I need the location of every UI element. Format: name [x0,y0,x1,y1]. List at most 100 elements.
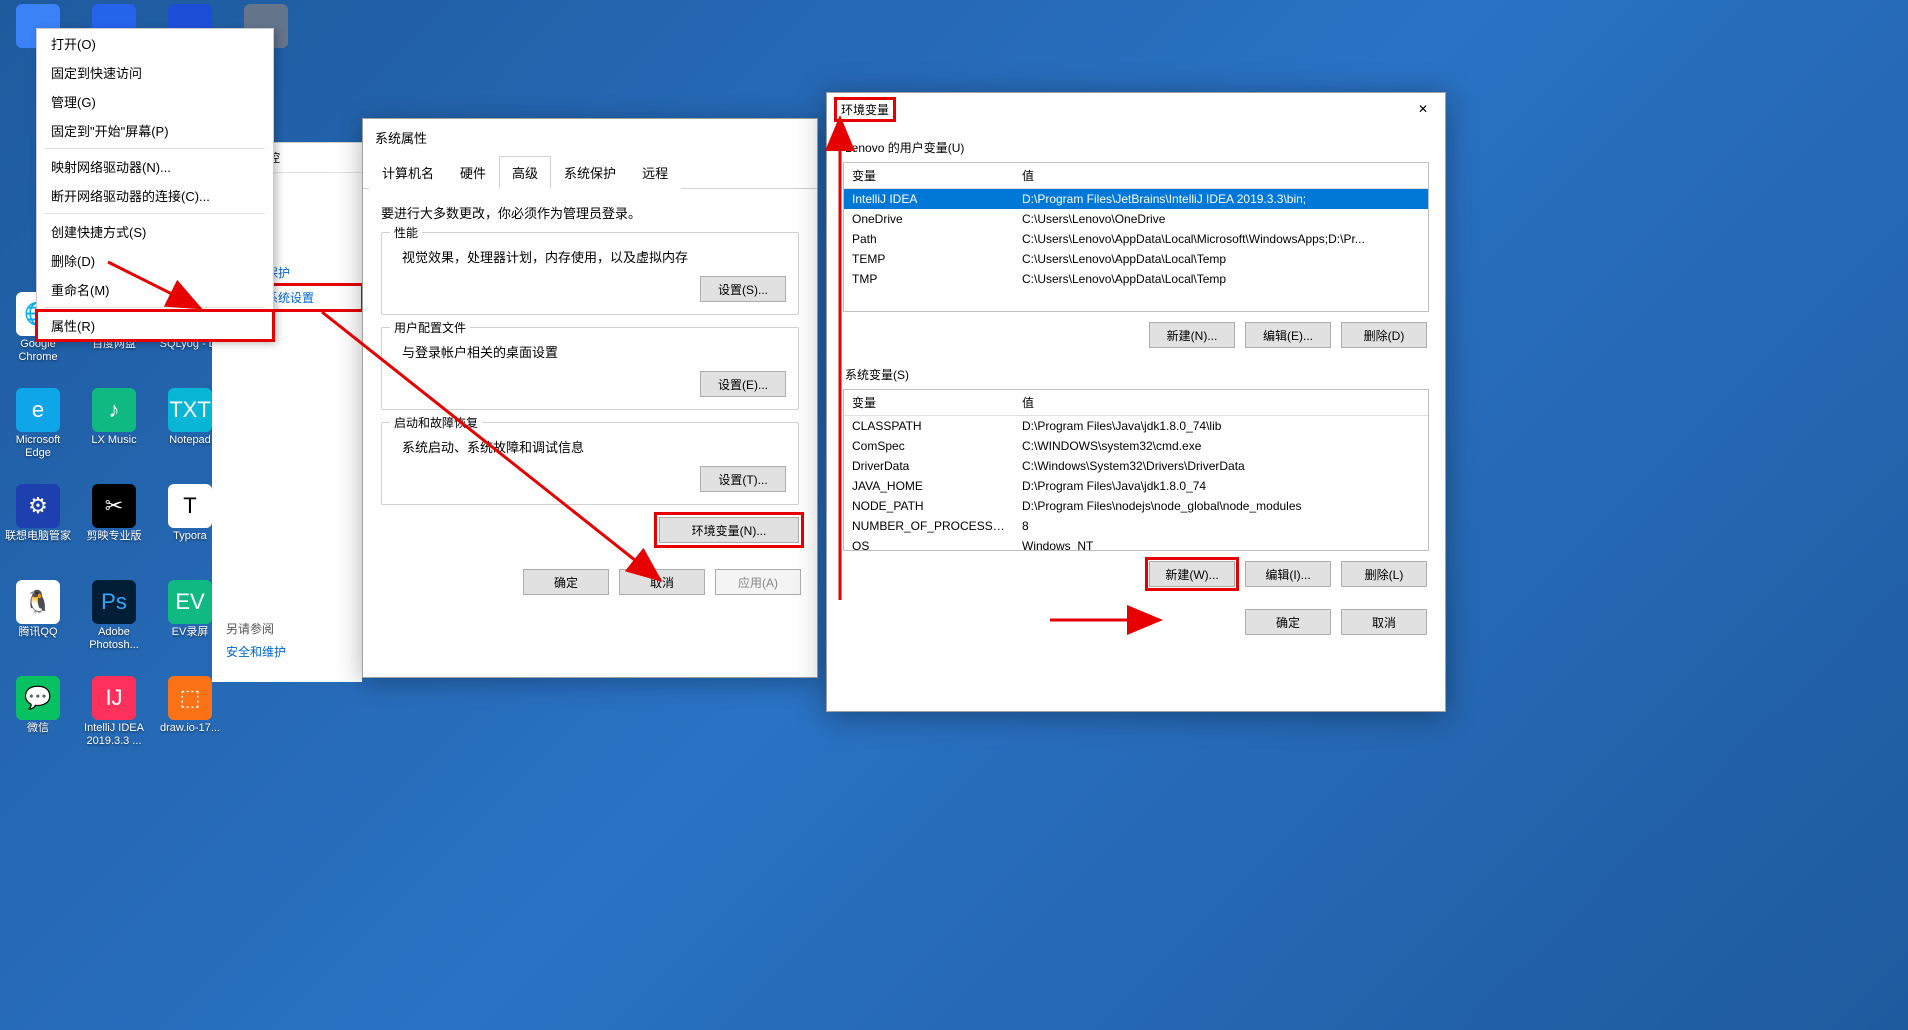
var-value: C:\Users\Lenovo\AppData\Local\Microsoft\… [1014,229,1428,249]
menu-delete[interactable]: 删除(D) [37,246,273,275]
table-row[interactable]: ComSpecC:\WINDOWS\system32\cmd.exe [844,436,1428,456]
user-edit-button[interactable]: 编辑(E)... [1245,322,1331,348]
tab-system-protection[interactable]: 系统保护 [551,156,629,189]
var-name: DriverData [844,456,1014,476]
profiles-desc: 与登录帐户相关的桌面设置 [402,342,786,361]
menu-open[interactable]: 打开(O) [37,29,273,58]
var-value: Windows_NT [1014,536,1428,551]
dialog-title: 系统属性 [363,119,817,156]
qq-icon[interactable]: 🐧腾讯QQ [0,576,76,672]
var-name: ComSpec [844,436,1014,456]
var-name: JAVA_HOME [844,476,1014,496]
var-value: C:\Windows\System32\Drivers\DriverData [1014,456,1428,476]
dialog-title: 环境变量 [837,100,893,119]
table-row[interactable]: JAVA_HOMED:\Program Files\Java\jdk1.8.0_… [844,476,1428,496]
tab-remote[interactable]: 远程 [629,156,681,189]
table-row[interactable]: NODE_PATHD:\Program Files\nodejs\node_gl… [844,496,1428,516]
var-value: D:\Program Files\JetBrains\IntelliJ IDEA… [1014,189,1428,210]
menu-pin-start[interactable]: 固定到"开始"屏幕(P) [37,116,273,145]
nav-security-maintenance[interactable]: 安全和维护 [212,639,362,664]
environment-variables-button[interactable]: 环境变量(N)... [659,517,799,543]
table-row[interactable]: DriverDataC:\Windows\System32\Drivers\Dr… [844,456,1428,476]
sys-vars-list[interactable]: 变量 值 CLASSPATHD:\Program Files\Java\jdk1… [843,389,1429,551]
lxmusic-icon[interactable]: ♪LX Music [76,384,152,480]
var-value: C:\WINDOWS\system32\cmd.exe [1014,436,1428,456]
tabs: 计算机名 硬件 高级 系统保护 远程 [363,156,817,189]
menu-map-drive[interactable]: 映射网络驱动器(N)... [37,152,273,181]
table-row[interactable]: OneDriveC:\Users\Lenovo\OneDrive [844,209,1428,229]
tab-computer-name[interactable]: 计算机名 [369,156,447,189]
var-name: NUMBER_OF_PROCESSORS [844,516,1014,536]
system-properties-dialog: 系统属性 计算机名 硬件 高级 系统保护 远程 要进行大多数更改，你必须作为管理… [362,118,818,678]
table-row[interactable]: IntelliJ IDEAD:\Program Files\JetBrains\… [844,189,1428,210]
var-name: TMP [844,269,1014,289]
menu-pin-quick[interactable]: 固定到快速访问 [37,58,273,87]
table-row[interactable]: NUMBER_OF_PROCESSORS8 [844,516,1428,536]
table-row[interactable]: OSWindows_NT [844,536,1428,551]
var-name: NODE_PATH [844,496,1014,516]
menu-create-shortcut[interactable]: 创建快捷方式(S) [37,217,273,246]
startup-desc: 系统启动、系统故障和调试信息 [402,437,786,456]
menu-disconnect-drive[interactable]: 断开网络驱动器的连接(C)... [37,181,273,210]
photoshop-icon[interactable]: PsAdobe Photosh... [76,576,152,672]
ok-button[interactable]: 确定 [1245,609,1331,635]
ok-button[interactable]: 确定 [523,569,609,595]
col-value[interactable]: 值 [1014,163,1428,189]
lenovo-icon[interactable]: ⚙联想电脑管家 [0,480,76,576]
var-name: IntelliJ IDEA [844,189,1014,210]
var-name: OS [844,536,1014,551]
profiles-settings-button[interactable]: 设置(E)... [700,371,786,397]
startup-settings-button[interactable]: 设置(T)... [700,466,786,492]
cancel-button[interactable]: 取消 [619,569,705,595]
sys-vars-label: 系统变量(S) [845,366,1427,383]
user-vars-list[interactable]: 变量 值 IntelliJ IDEAD:\Program Files\JetBr… [843,162,1429,312]
weixin-icon[interactable]: 💬微信 [0,672,76,768]
close-icon[interactable]: ✕ [1411,99,1435,119]
startup-group: 启动和故障恢复 系统启动、系统故障和调试信息 设置(T)... [381,422,799,505]
drawio-icon[interactable]: ⬚draw.io-17... [152,672,228,768]
performance-settings-button[interactable]: 设置(S)... [700,276,786,302]
sys-new-button[interactable]: 新建(W)... [1149,561,1235,587]
var-value: C:\Users\Lenovo\AppData\Local\Temp [1014,269,1428,289]
startup-legend: 启动和故障恢复 [390,414,482,431]
edge-icon[interactable]: eMicrosoft Edge [0,384,76,480]
var-name: TEMP [844,249,1014,269]
col-variable[interactable]: 变量 [844,390,1014,416]
var-value: D:\Program Files\Java\jdk1.8.0_74\lib [1014,416,1428,437]
var-value: D:\Program Files\nodejs\node_global\node… [1014,496,1428,516]
var-value: 8 [1014,516,1428,536]
profiles-group: 用户配置文件 与登录帐户相关的桌面设置 设置(E)... [381,327,799,410]
jianying-icon[interactable]: ✂剪映专业版 [76,480,152,576]
menu-separator [45,307,265,308]
var-name: OneDrive [844,209,1014,229]
context-menu: 打开(O) 固定到快速访问 管理(G) 固定到"开始"屏幕(P) 映射网络驱动器… [36,28,274,341]
table-row[interactable]: TMPC:\Users\Lenovo\AppData\Local\Temp [844,269,1428,289]
var-name: Path [844,229,1014,249]
menu-properties[interactable]: 属性(R) [37,311,273,340]
profiles-legend: 用户配置文件 [390,319,470,336]
table-row[interactable]: CLASSPATHD:\Program Files\Java\jdk1.8.0_… [844,416,1428,437]
menu-rename[interactable]: 重命名(M) [37,275,273,304]
table-row[interactable]: PathC:\Users\Lenovo\AppData\Local\Micros… [844,229,1428,249]
tab-hardware[interactable]: 硬件 [447,156,499,189]
var-name: CLASSPATH [844,416,1014,437]
var-value: C:\Users\Lenovo\AppData\Local\Temp [1014,249,1428,269]
sys-edit-button[interactable]: 编辑(I)... [1245,561,1331,587]
performance-group: 性能 视觉效果，处理器计划，内存使用，以及虚拟内存 设置(S)... [381,232,799,315]
apply-button[interactable]: 应用(A) [715,569,801,595]
sys-delete-button[interactable]: 删除(L) [1341,561,1427,587]
user-new-button[interactable]: 新建(N)... [1149,322,1235,348]
menu-manage[interactable]: 管理(G) [37,87,273,116]
menu-separator [45,148,265,149]
performance-legend: 性能 [390,224,422,241]
var-value: D:\Program Files\Java\jdk1.8.0_74 [1014,476,1428,496]
table-row[interactable]: TEMPC:\Users\Lenovo\AppData\Local\Temp [844,249,1428,269]
tab-advanced[interactable]: 高级 [499,156,551,189]
col-variable[interactable]: 变量 [844,163,1014,189]
col-value[interactable]: 值 [1014,390,1428,416]
cancel-button[interactable]: 取消 [1341,609,1427,635]
menu-separator [45,213,265,214]
intellij-icon[interactable]: IJIntelliJ IDEA 2019.3.3 ... [76,672,152,768]
var-value: C:\Users\Lenovo\OneDrive [1014,209,1428,229]
user-delete-button[interactable]: 删除(D) [1341,322,1427,348]
